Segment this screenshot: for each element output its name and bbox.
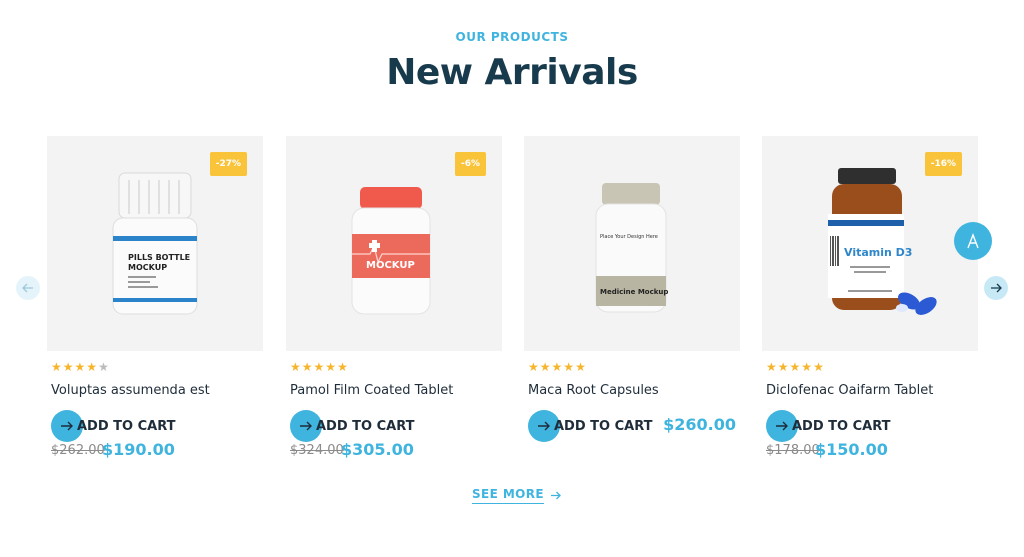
star-rating: ★★★★★ <box>766 360 825 374</box>
arrow-right-icon <box>991 283 1002 293</box>
star-icon: ★ <box>575 360 587 374</box>
svg-text:Medicine Mockup: Medicine Mockup <box>600 288 668 296</box>
star-icon: ★ <box>62 360 75 374</box>
product-card: PILLS BOTTLE MOCKUP -27% ★★★★★ Voluptas … <box>47 136 263 466</box>
add-to-cart-button[interactable]: ADD TO CART <box>51 410 176 442</box>
arrow-left-icon <box>22 283 33 293</box>
discount-badge: -16% <box>924 152 962 176</box>
current-price: $150.00 <box>815 440 888 459</box>
add-to-cart-label: ADD TO CART <box>554 418 653 434</box>
current-price: $260.00 <box>663 415 736 434</box>
section-eyebrow: OUR PRODUCTS <box>455 30 569 44</box>
star-icon: ★ <box>563 360 576 374</box>
add-to-cart-button[interactable]: ADD TO CART <box>766 410 891 442</box>
star-icon: ★ <box>325 360 338 374</box>
svg-text:Place Your Design Here: Place Your Design Here <box>600 234 658 240</box>
star-icon: ★ <box>777 360 790 374</box>
carousel-next-button[interactable] <box>984 276 1008 300</box>
svg-text:PILLS BOTTLE: PILLS BOTTLE <box>128 253 190 262</box>
add-to-cart-label: ADD TO CART <box>792 418 891 434</box>
product-title[interactable]: Diclofenac Oaifarm Tablet <box>766 383 933 398</box>
product-image-area[interactable]: Vitamin D3 -16% <box>762 136 978 351</box>
svg-text:MOCKUP: MOCKUP <box>366 260 415 271</box>
add-to-cart-label: ADD TO CART <box>316 418 415 434</box>
product-title[interactable]: Pamol Film Coated Tablet <box>290 383 453 398</box>
star-rating: ★★★★★ <box>290 360 349 374</box>
add-to-cart-button[interactable]: ADD TO CART <box>290 410 415 442</box>
old-price: $262.00 <box>51 443 105 458</box>
product-image-area[interactable]: Place Your Design Here Medicine Mockup <box>524 136 740 351</box>
star-icon: ★ <box>313 360 326 374</box>
star-icon: ★ <box>290 360 302 374</box>
star-icon: ★ <box>789 360 802 374</box>
star-icon: ★ <box>539 360 552 374</box>
scroll-to-top-button[interactable] <box>954 222 992 260</box>
product-image-area[interactable]: MOCKUP -6% <box>286 136 502 351</box>
star-icon: ★ <box>551 360 564 374</box>
svg-text:Vitamin D3: Vitamin D3 <box>844 246 912 259</box>
current-price: $305.00 <box>341 440 414 459</box>
old-price: $324.00 <box>290 443 344 458</box>
svg-text:MOCKUP: MOCKUP <box>128 263 167 272</box>
star-icon: ★ <box>766 360 778 374</box>
current-price: $190.00 <box>102 440 175 459</box>
star-icon: ★ <box>86 360 99 374</box>
star-icon: ★ <box>337 360 349 374</box>
scroll-top-icon <box>967 233 979 249</box>
discount-badge: -27% <box>209 152 247 176</box>
star-half-icon: ★ <box>98 360 110 374</box>
product-title[interactable]: Maca Root Capsules <box>528 383 659 398</box>
see-more-label: SEE MORE <box>472 487 544 504</box>
star-rating: ★★★★★ <box>528 360 587 374</box>
star-rating: ★★★★★ <box>51 360 110 374</box>
star-icon: ★ <box>801 360 814 374</box>
discount-badge: -6% <box>454 152 486 176</box>
star-icon: ★ <box>51 360 63 374</box>
product-card: Vitamin D3 -16% ★★★★★ Diclofenac Oaifarm… <box>762 136 978 466</box>
old-price: $178.00 <box>766 443 820 458</box>
see-more-link[interactable]: SEE MORE <box>472 487 561 504</box>
add-to-cart-button[interactable]: ADD TO CART <box>528 410 653 442</box>
star-icon: ★ <box>813 360 825 374</box>
star-icon: ★ <box>528 360 540 374</box>
white-bottle-image: Place Your Design Here Medicine Mockup <box>595 183 668 313</box>
product-card: Place Your Design Here Medicine Mockup ★… <box>524 136 740 466</box>
star-icon: ★ <box>74 360 87 374</box>
star-icon: ★ <box>301 360 314 374</box>
product-image-area[interactable]: PILLS BOTTLE MOCKUP -27% <box>47 136 263 351</box>
product-title[interactable]: Voluptas assumenda est <box>51 383 210 398</box>
carousel-prev-button[interactable] <box>16 276 40 300</box>
section-title: New Arrivals <box>386 52 638 93</box>
arrow-right-icon <box>550 491 561 500</box>
product-card: MOCKUP -6% ★★★★★ Pamol Film Coated Table… <box>286 136 502 466</box>
add-to-cart-label: ADD TO CART <box>77 418 176 434</box>
